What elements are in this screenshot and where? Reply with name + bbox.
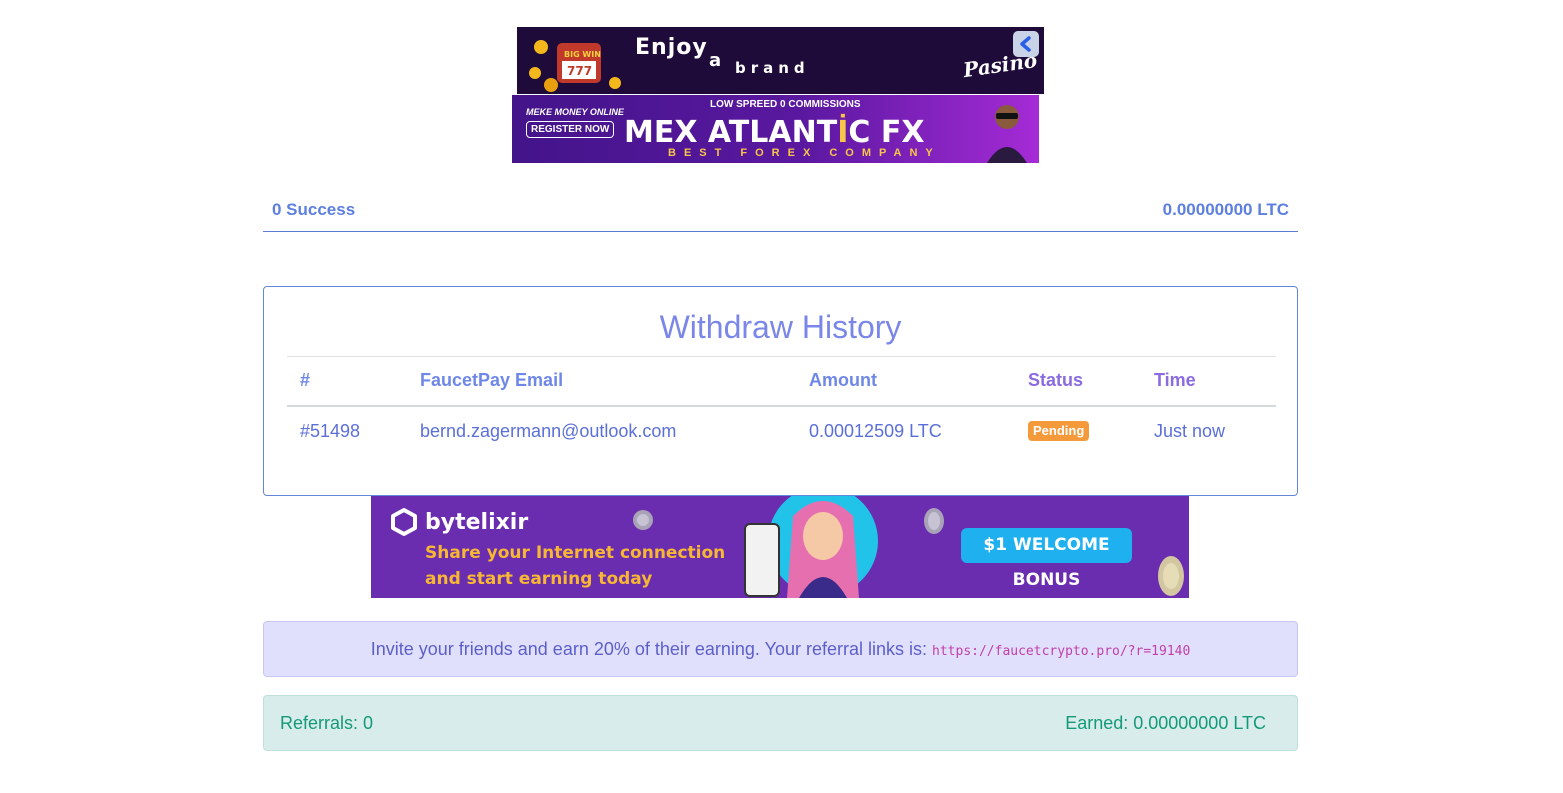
welcome-bonus-button[interactable]: $1 WELCOME BONUS bbox=[961, 528, 1132, 590]
column-header-time: Time bbox=[1154, 370, 1196, 390]
bytelixir-name: bytelixir bbox=[425, 509, 529, 535]
chevron-left-icon bbox=[1020, 36, 1031, 52]
ad-tagline: MEKE MONEY ONLINE bbox=[526, 107, 624, 117]
coin-icon bbox=[633, 510, 653, 530]
withdraw-amount: 0.00012509 LTC bbox=[809, 421, 942, 441]
status-badge: Pending bbox=[1028, 421, 1090, 442]
table-row: #51498 bernd.zagermann@outlook.com 0.000… bbox=[287, 407, 1276, 455]
referral-info-alert: Invite your friends and earn 20% of thei… bbox=[263, 621, 1298, 677]
referral-count: Referrals: 0 bbox=[280, 713, 374, 733]
coin-icon bbox=[924, 508, 944, 534]
withdraw-history-card: Withdraw History # FaucetPay Email Amoun… bbox=[263, 286, 1298, 496]
referral-link[interactable]: https://faucetcrypto.pro/?r=19140 bbox=[932, 644, 1190, 659]
bytelixir-logo: bytelixir bbox=[391, 508, 528, 536]
column-header-id: # bbox=[300, 370, 311, 390]
referral-earned: Earned: 0.00000000 LTC bbox=[1065, 713, 1266, 733]
column-header-status: Status bbox=[1028, 370, 1084, 390]
column-header-email: FaucetPay Email bbox=[420, 370, 564, 390]
slot-coins-icon: 777 BIG WIN bbox=[529, 40, 621, 92]
character-illustration-icon bbox=[744, 496, 878, 598]
withdraw-history-table: # FaucetPay Email Amount Status Time #51… bbox=[287, 356, 1276, 455]
referral-stats-alert: Referrals: 0 Earned: 0.00000000 LTC bbox=[263, 695, 1298, 751]
withdraw-status: Pending bbox=[1028, 407, 1090, 455]
ad-choices-button[interactable] bbox=[1013, 31, 1039, 57]
ad-subline: BEST FOREX COMPANY bbox=[668, 147, 941, 159]
table-header-row: # FaucetPay Email Amount Status Time bbox=[287, 356, 1276, 407]
balance-value: 0.00000000 LTC bbox=[1162, 200, 1289, 219]
withdraw-email: bernd.zagermann@outlook.com bbox=[420, 421, 677, 441]
referral-text: Invite your friends and earn 20% of thei… bbox=[370, 639, 933, 659]
mex-atlantic-ad-banner[interactable]: MEKE MONEY ONLINE REGISTER NOW LOW SPREE… bbox=[512, 95, 1039, 163]
withdraw-time: Just now bbox=[1154, 421, 1226, 441]
success-count: 0 Success bbox=[272, 200, 356, 219]
pasino-ad-banner[interactable]: 777 BIG WIN Enjoy a brand Pasino bbox=[517, 27, 1044, 94]
column-header-amount: Amount bbox=[809, 370, 877, 390]
withdraw-id: #51498 bbox=[300, 421, 361, 441]
ad-headline-word: brand bbox=[735, 59, 810, 77]
svg-text:777: 777 bbox=[567, 64, 592, 78]
coin-icon bbox=[1158, 556, 1184, 596]
ad-headline: Enjoy bbox=[635, 35, 708, 60]
ad-top-line: LOW SPREED 0 COMMISSIONS bbox=[710, 99, 861, 110]
bytelixir-ad-banner[interactable]: bytelixir Share your Internet connection… bbox=[371, 496, 1189, 598]
ad-brand-name: MEX ATLANTİC FX bbox=[624, 115, 925, 150]
register-now-button[interactable]: REGISTER NOW bbox=[526, 121, 615, 138]
withdraw-history-title: Withdraw History bbox=[659, 309, 902, 345]
stats-bar: 0 Success 0.00000000 LTC bbox=[263, 197, 1298, 232]
bytelixir-copy: Share your Internet connection and start… bbox=[425, 543, 726, 589]
svg-text:BIG WIN: BIG WIN bbox=[564, 50, 601, 59]
hexagon-logo-icon bbox=[391, 508, 417, 536]
person-illustration-icon bbox=[987, 105, 1027, 163]
ad-headline-word: a bbox=[709, 50, 722, 71]
